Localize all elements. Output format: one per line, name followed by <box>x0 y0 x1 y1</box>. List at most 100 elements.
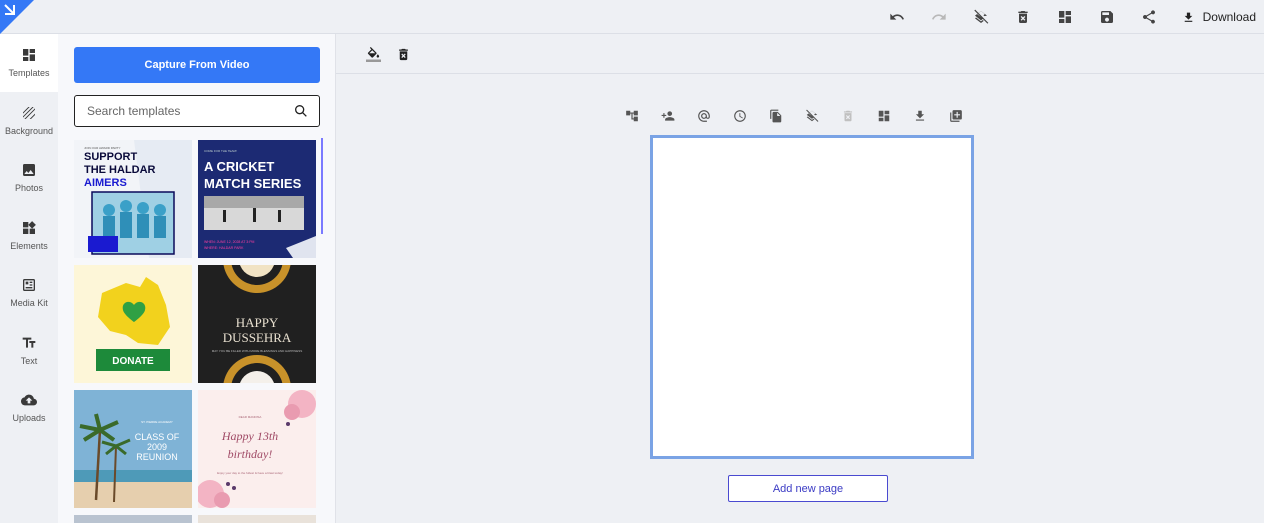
layout-button[interactable] <box>1044 2 1086 32</box>
template-thumbnail: DEAR MANDISA Happy 13th birthday! Enjoy … <box>198 390 316 508</box>
template-card[interactable]: HAPPY DUSSEHRA MAY YOU BE FILLED WITH MO… <box>198 265 316 383</box>
top-actions: Download <box>876 0 1256 34</box>
template-card[interactable] <box>198 515 316 523</box>
search-bar <box>74 95 320 127</box>
template-card[interactable]: DEAR MANDISA Happy 13th birthday! Enjoy … <box>198 390 316 508</box>
rail-label: Text <box>20 355 38 366</box>
add-page-tool-button[interactable] <box>938 106 974 126</box>
rail-item-templates[interactable]: Templates <box>0 34 58 92</box>
template-top: ST. PIERRE ACADEMY <box>141 420 173 424</box>
template-thumbnail: JOIN OUR AWARD PARTY SUPPORT THE HALDAR … <box>74 140 192 258</box>
template-card[interactable]: COME FOR THE TEAM! A CRICKET MATCH SERIE… <box>198 140 316 258</box>
scrollbar[interactable] <box>321 138 323 234</box>
redo-button[interactable] <box>918 2 960 32</box>
template-line2: birthday! <box>228 447 273 461</box>
template-line1: CLASS OF <box>135 432 180 442</box>
layout-page-button[interactable] <box>866 106 902 126</box>
template-info2: WHERE: HALDAR PARK <box>204 246 244 250</box>
download-label: Download <box>1202 10 1256 24</box>
rail-label: Background <box>4 125 54 136</box>
rail-label: Uploads <box>12 413 46 424</box>
rail-item-elements[interactable]: Elements <box>0 207 58 265</box>
search-input[interactable] <box>87 104 293 118</box>
template-line2: THE HALDAR <box>84 164 156 176</box>
delete-page-tool-button[interactable] <box>830 106 866 126</box>
share-icon <box>1142 10 1155 24</box>
share-button[interactable] <box>1128 2 1170 32</box>
corner-arrow-icon <box>0 0 34 34</box>
paint-bucket-icon <box>365 46 381 62</box>
rail-label: Elements <box>10 240 48 251</box>
delete-icon <box>843 110 853 122</box>
rail-item-media-kit[interactable]: Media Kit <box>0 264 58 322</box>
history-button[interactable] <box>722 106 758 126</box>
page-tools <box>614 106 974 126</box>
redo-icon <box>931 13 946 20</box>
layers-off-icon <box>973 9 988 24</box>
dashboard-icon <box>1058 11 1071 23</box>
template-line3: AIMERS <box>84 177 127 189</box>
add-new-page-button[interactable]: Add new page <box>728 475 888 502</box>
collapse-corner-button[interactable] <box>0 0 34 34</box>
structure-button[interactable] <box>614 106 650 126</box>
save-icon <box>1100 11 1113 23</box>
person-add-icon <box>661 111 675 121</box>
template-card[interactable]: JOIN OUR AWARD PARTY SUPPORT THE HALDAR … <box>74 140 192 258</box>
rail-label: Media Kit <box>10 298 48 309</box>
rail-item-background[interactable]: Background <box>0 92 58 150</box>
media-kit-icon <box>23 279 35 292</box>
mention-button[interactable] <box>686 106 722 126</box>
template-thumbnail: COME FOR THE TEAM! A CRICKET MATCH SERIE… <box>198 140 316 258</box>
download-button[interactable]: Download <box>1170 2 1256 32</box>
undo-button[interactable] <box>876 2 918 32</box>
save-button[interactable] <box>1086 2 1128 32</box>
hide-layers-page-button[interactable] <box>794 106 830 126</box>
template-card[interactable]: DONATE <box>74 265 192 383</box>
sub-toolbar <box>336 34 1264 74</box>
hide-layers-button[interactable] <box>960 2 1002 32</box>
editor-app: Download Templates Background Photos Ele… <box>0 0 1264 523</box>
template-donate-label: DONATE <box>112 356 154 367</box>
rail-label: Photos <box>14 183 44 194</box>
rail-item-text[interactable]: Text <box>0 322 58 380</box>
delete-icon <box>398 48 408 60</box>
download-icon <box>1184 12 1192 22</box>
library-add-icon <box>950 110 962 122</box>
template-sub: Enjoy your day to the fullest & have a b… <box>217 471 283 475</box>
undo-icon <box>889 13 904 20</box>
capture-from-video-button[interactable]: Capture From Video <box>74 47 320 83</box>
dashboard-icon <box>878 110 890 122</box>
canvas-workspace: Add new page <box>336 34 1264 523</box>
templates-panel: Capture From Video JOIN OUR AWARD <box>58 34 336 523</box>
template-sub: MAY YOU BE FILLED WITH MORE BLESSINGS AN… <box>212 349 303 353</box>
template-line2: MATCH SERIES <box>204 176 302 191</box>
add-person-button[interactable] <box>650 106 686 126</box>
at-sign-icon <box>698 110 710 122</box>
background-icon <box>23 106 35 119</box>
rail-item-photos[interactable]: Photos <box>0 149 58 207</box>
clock-icon <box>734 110 746 122</box>
template-card[interactable]: ST. PIERRE ACADEMY CLASS OF 2009 REUNION <box>74 390 192 508</box>
download-icon <box>915 110 925 121</box>
search-icon[interactable] <box>293 103 309 119</box>
top-bar: Download <box>0 0 1264 34</box>
template-thumbnail: DONATE <box>74 265 192 383</box>
template-line1: SUPPORT <box>84 151 137 163</box>
delete-icon <box>1017 11 1028 23</box>
rail-item-uploads[interactable]: Uploads <box>0 379 58 437</box>
template-line2: DUSSEHRA <box>223 330 292 345</box>
delete-page-button[interactable] <box>392 43 414 65</box>
delete-button[interactable] <box>1002 2 1044 32</box>
photos-icon <box>23 164 35 177</box>
design-page-canvas[interactable] <box>650 135 974 459</box>
text-icon <box>22 337 36 348</box>
template-thumbnail: ST. PIERRE ACADEMY CLASS OF 2009 REUNION <box>74 390 192 508</box>
template-top: DEAR MANDISA <box>239 415 262 419</box>
duplicate-page-button[interactable] <box>758 106 794 126</box>
download-page-button[interactable] <box>902 106 938 126</box>
template-thumbnail: HAPPY DUSSEHRA MAY YOU BE FILLED WITH MO… <box>198 265 316 383</box>
template-card[interactable] <box>74 515 192 523</box>
template-line1: HAPPY <box>236 315 279 330</box>
fill-color-button[interactable] <box>362 43 384 65</box>
templates-icon <box>23 49 35 62</box>
